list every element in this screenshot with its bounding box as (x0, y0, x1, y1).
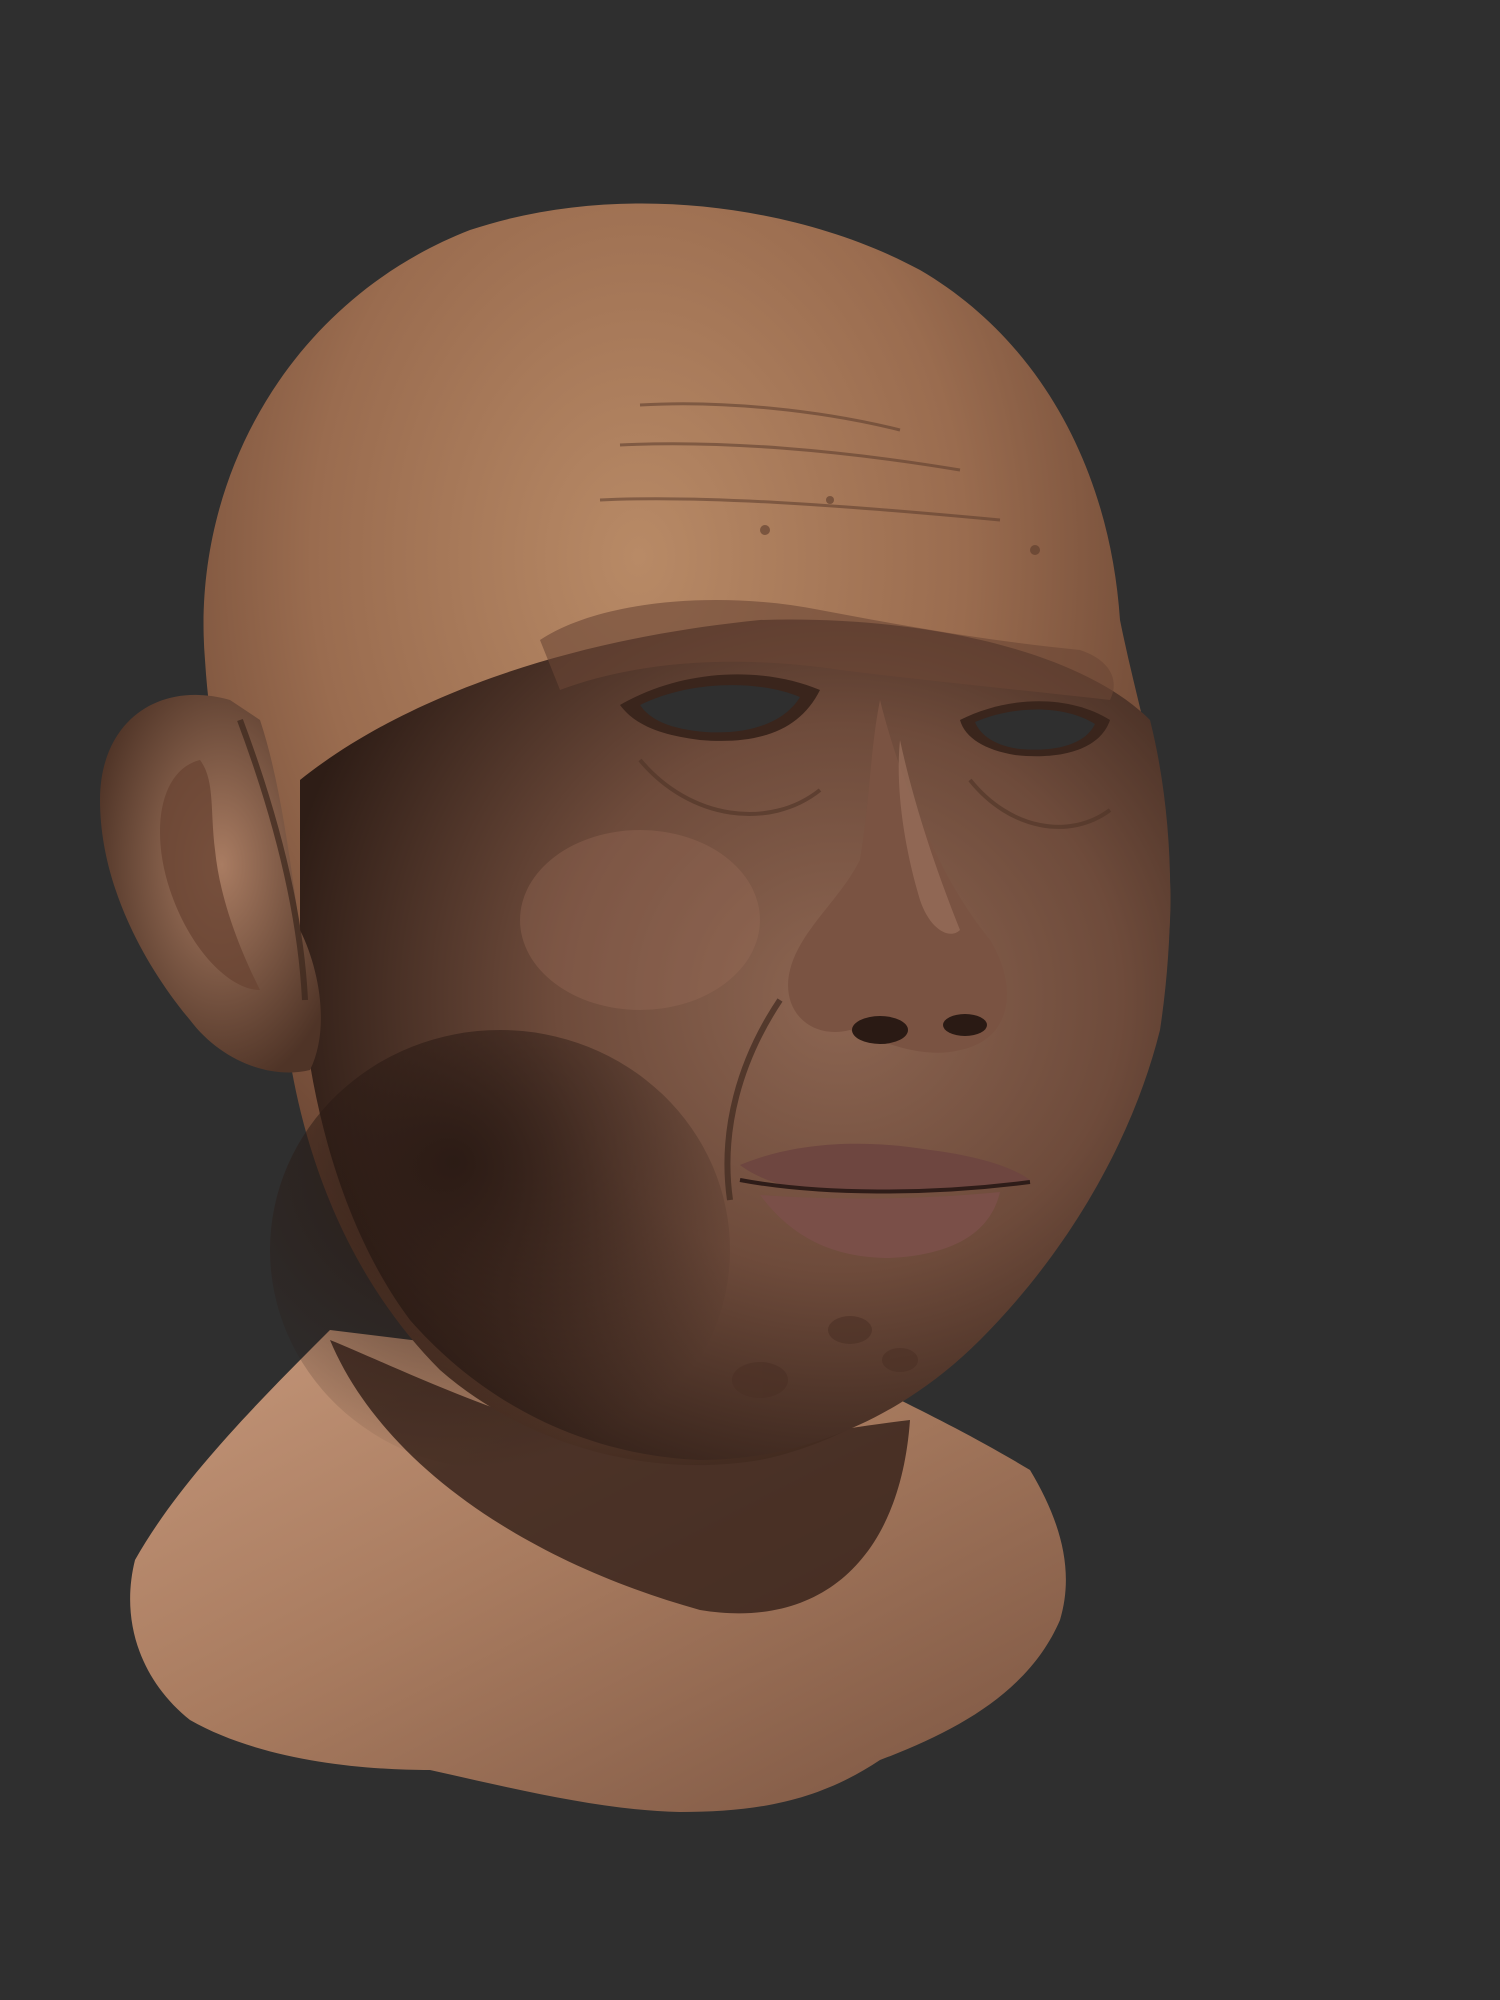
cheek-highlight (520, 830, 760, 1010)
nostril-right (943, 1014, 987, 1036)
render-viewport (0, 0, 1500, 2000)
nostril-left (852, 1016, 908, 1044)
jaw-shadow (270, 1030, 730, 1470)
head-render (100, 203, 1171, 1812)
